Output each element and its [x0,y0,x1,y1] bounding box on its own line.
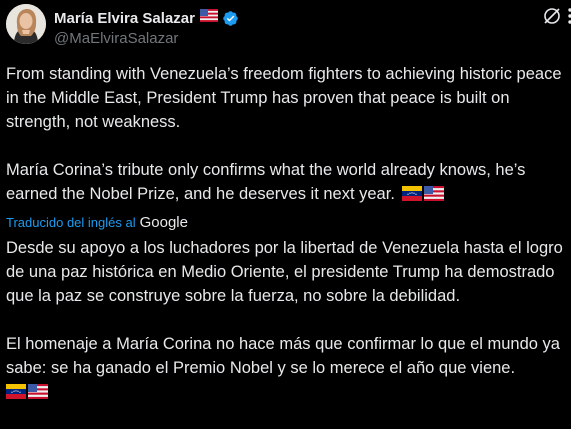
translated-paragraph-1: Desde su apoyo a los luchadores por la l… [6,239,563,305]
avatar[interactable] [6,4,46,44]
google-logo: Google [139,214,188,231]
us-flag-icon [423,184,444,208]
venezuela-flag-icon [6,382,26,406]
translated-flags [6,380,566,402]
translated-paragraph-2: El homenaje a María Corina no hace más q… [6,335,560,377]
original-paragraph-1: From standing with Venezuela’s freedom f… [6,65,562,131]
author-names: María Elvira Salazar @MaElviraSalazar [54,8,239,47]
translated-text: Desde su apoyo a los luchadores por la l… [6,236,566,402]
handle[interactable]: @MaElviraSalazar [54,30,239,47]
us-flag-icon [199,9,218,27]
tweet: María Elvira Salazar @MaElviraSalazar Fr… [0,0,571,429]
tweet-body: From standing with Venezuela’s freedom f… [6,62,566,402]
verified-badge-icon[interactable] [222,10,239,27]
us-flag-icon [28,382,48,406]
original-paragraph-2: María Corina’s tribute only confirms wha… [6,158,566,208]
translation-label: Traducido del inglés al [6,215,136,230]
grok-icon[interactable] [542,6,562,26]
translation-attribution[interactable]: Traducido del inglés al Google [6,212,566,234]
venezuela-flag-icon [401,184,422,208]
name-row: María Elvira Salazar [54,8,239,28]
display-name[interactable]: María Elvira Salazar [54,10,195,27]
original-paragraph-2-text: María Corina’s tribute only confirms wha… [6,161,526,203]
tweet-header: María Elvira Salazar @MaElviraSalazar [6,4,571,48]
